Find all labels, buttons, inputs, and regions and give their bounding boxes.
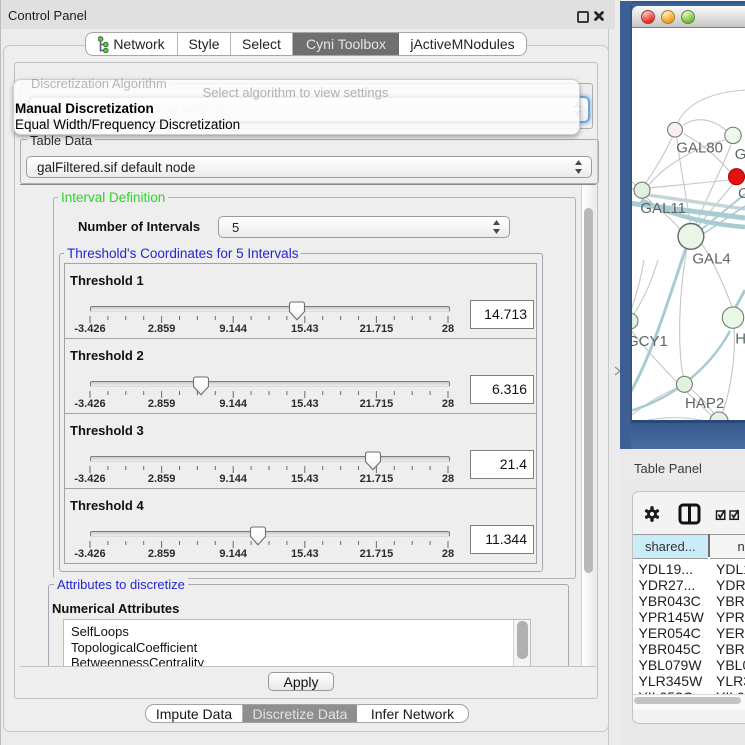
svg-text:H: H [735,331,745,348]
svg-text:C: C [738,185,745,202]
svg-text:HAP2: HAP2 [685,395,724,412]
svg-text:GAL: GAL [735,146,745,163]
svg-text:GAL11: GAL11 [640,200,686,217]
svg-text:GCY1: GCY1 [632,333,668,350]
svg-text:GAL4: GAL4 [692,251,730,268]
svg-text:GAL80: GAL80 [676,140,723,157]
